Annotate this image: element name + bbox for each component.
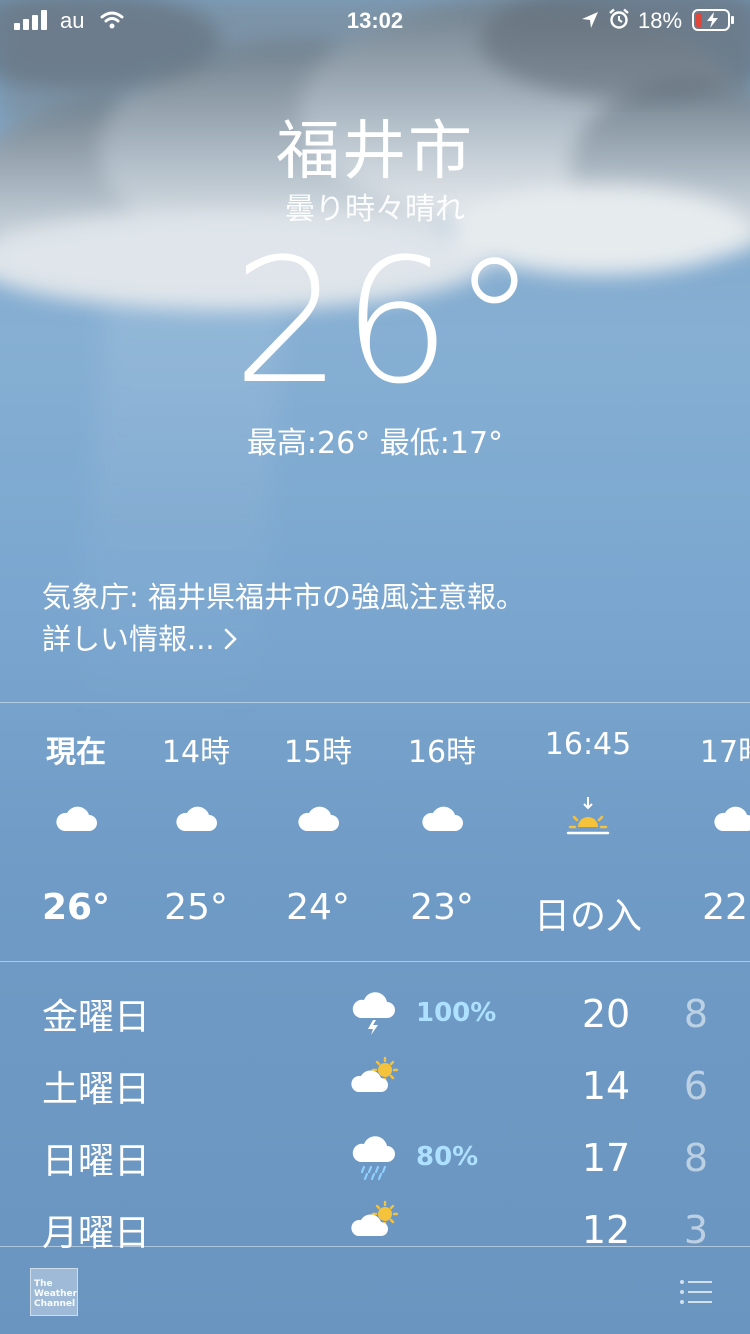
city-name: 福井市 <box>276 115 474 189</box>
cloud-icon <box>298 806 339 831</box>
battery-percent: 18% <box>638 8 683 33</box>
rain-icon <box>352 1136 395 1180</box>
day-name: 月曜日 <box>42 1213 151 1254</box>
hour-label: 16時 <box>407 735 477 770</box>
hour-label: 16:45 <box>544 727 632 762</box>
high-temperature: 14 <box>581 1064 631 1108</box>
hour-temperature: 26° <box>41 887 111 928</box>
hour-temperature: 25° <box>164 887 228 928</box>
hour-temperature: 23° <box>410 887 474 928</box>
hour-label: 15時 <box>283 735 353 770</box>
daily-row: 月曜日 12 3 <box>0 1186 750 1258</box>
alarm-icon <box>609 8 629 29</box>
thunderstorm-icon <box>352 992 395 1035</box>
partly-sunny-icon <box>351 1056 399 1092</box>
high-temperature: 17 <box>581 1136 631 1180</box>
alert-more-label: 詳しい情報... <box>42 622 215 656</box>
divider <box>0 1246 750 1247</box>
battery-charging-icon <box>692 9 734 31</box>
hour-temperature: 日の入 <box>533 896 642 937</box>
city-list-icon[interactable] <box>678 1278 714 1306</box>
high-low-temperature: 最高:26° 最低:17° <box>246 426 504 461</box>
partly-sunny-icon <box>351 1200 399 1236</box>
hour-temperature: 24° <box>286 887 350 928</box>
daily-row: 日曜日 80% 17 8 <box>0 1114 750 1186</box>
hourly-item: 現在 26° <box>6 703 146 961</box>
sunset-icon <box>566 797 610 835</box>
low-temperature: 8 <box>683 1136 709 1180</box>
day-name: 金曜日 <box>42 997 151 1038</box>
low-temperature: 8 <box>683 992 709 1036</box>
alert-text: 気象庁: 福井県福井市の強風注意報。 <box>42 580 525 614</box>
precipitation-chance: 100% <box>416 998 497 1028</box>
hourly-item: 15時 24° <box>248 703 388 961</box>
location-arrow-icon <box>582 12 598 28</box>
daily-row: 金曜日 100% 20 8 <box>0 970 750 1042</box>
cloud-icon <box>422 806 463 831</box>
divider <box>0 961 750 962</box>
hourly-item: 14時 25° <box>126 703 266 961</box>
weather-alert[interactable]: 気象庁: 福井県福井市の強風注意報。 詳しい情報... <box>42 576 722 660</box>
day-name: 土曜日 <box>42 1069 151 1110</box>
cloud-icon <box>714 806 750 831</box>
hour-label: 17時 <box>699 735 750 770</box>
precipitation-chance: 80% <box>416 1142 479 1172</box>
hourly-forecast[interactable]: 現在 26° 14時 25° 15時 24° 16時 23° 16:45 日の入… <box>0 703 750 961</box>
hour-label: 14時 <box>161 735 231 770</box>
status-bar: au 13:02 18% <box>0 0 750 40</box>
hour-temperature: 22° <box>702 887 750 928</box>
chevron-right-icon <box>224 628 237 650</box>
cloud-icon <box>176 806 217 831</box>
low-temperature: 6 <box>683 1064 709 1108</box>
high-temperature: 20 <box>581 992 631 1036</box>
hour-label: 現在 <box>46 735 106 770</box>
cloud-icon <box>56 806 97 831</box>
hourly-item: 16時 23° <box>372 703 512 961</box>
current-temperature: 26° <box>232 221 538 422</box>
daily-row: 土曜日 14 6 <box>0 1042 750 1114</box>
weather-channel-logo[interactable]: The Weather Channel <box>30 1268 78 1316</box>
hourly-item: 16:45 日の入 <box>518 703 658 961</box>
day-name: 日曜日 <box>42 1141 151 1182</box>
alert-more-link[interactable]: 詳しい情報... <box>42 618 239 660</box>
hourly-item: 17時 22° <box>664 703 750 961</box>
